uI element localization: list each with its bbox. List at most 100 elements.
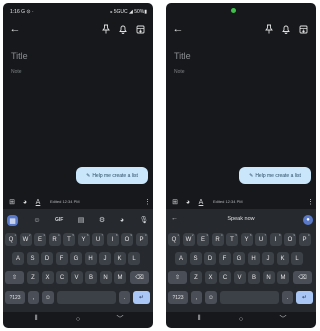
pin-icon[interactable]	[264, 23, 274, 35]
symbols-key[interactable]: ?123	[5, 291, 25, 304]
space-bar[interactable]	[57, 291, 116, 304]
key-e[interactable]: E3	[197, 233, 209, 246]
key-n[interactable]: N	[99, 271, 112, 284]
theme-palette-icon[interactable]: ◕	[117, 215, 127, 225]
key-p[interactable]: P0	[298, 233, 311, 246]
key-i[interactable]: I8	[269, 233, 282, 246]
key-q[interactable]: Q1	[5, 233, 17, 246]
nav-back-icon[interactable]: ﹀	[115, 314, 125, 324]
key-g[interactable]: G	[233, 252, 245, 265]
key-u[interactable]: U7	[92, 233, 104, 246]
key-r[interactable]: R4	[211, 233, 224, 246]
period-key[interactable]: .	[119, 291, 130, 304]
key-e[interactable]: E3	[34, 233, 46, 246]
key-c[interactable]: C	[219, 271, 231, 284]
text-format-icon[interactable]: A	[34, 198, 42, 206]
reminder-bell-icon[interactable]	[281, 23, 291, 35]
key-x[interactable]: X	[204, 271, 217, 284]
help-me-create-list-button[interactable]: ✎ Help me create a list	[76, 167, 148, 184]
comma-key[interactable]: ,	[191, 291, 202, 304]
back-arrow-icon[interactable]: ←	[9, 23, 21, 35]
symbols-key[interactable]: ?123	[168, 291, 188, 304]
key-q[interactable]: Q1	[168, 233, 180, 246]
key-o[interactable]: O9	[284, 233, 296, 246]
enter-key[interactable]: ↵	[296, 291, 313, 304]
pin-icon[interactable]	[101, 23, 111, 35]
emoji-key[interactable]: ☺	[205, 291, 217, 304]
key-o[interactable]: O9	[121, 233, 133, 246]
title-field[interactable]: Title	[11, 51, 28, 61]
add-box-icon[interactable]: ⊞	[8, 198, 16, 206]
key-y[interactable]: Y6	[77, 233, 90, 246]
key-t[interactable]: T5	[226, 233, 238, 246]
key-j[interactable]: J	[99, 252, 111, 265]
shift-key[interactable]: ⇧	[5, 271, 24, 284]
key-f[interactable]: F	[55, 252, 68, 265]
archive-icon[interactable]	[135, 23, 145, 35]
key-y[interactable]: Y6	[240, 233, 253, 246]
home-icon[interactable]: ○	[73, 314, 83, 324]
shift-key[interactable]: ⇧	[168, 271, 187, 284]
microphone-icon[interactable]: 🎙	[139, 215, 149, 225]
home-icon[interactable]: ○	[236, 314, 246, 324]
gif-button[interactable]: GIF	[55, 217, 63, 223]
more-options-icon[interactable]: ⋮	[144, 198, 151, 206]
text-format-icon[interactable]: A	[197, 198, 205, 206]
key-n[interactable]: N	[262, 271, 275, 284]
key-v[interactable]: V	[233, 271, 246, 284]
key-b[interactable]: B	[85, 271, 97, 284]
key-j[interactable]: J	[262, 252, 274, 265]
recent-apps-icon[interactable]: ⦀	[194, 314, 204, 324]
key-k[interactable]: K	[113, 252, 126, 265]
key-i[interactable]: I8	[106, 233, 119, 246]
key-b[interactable]: B	[248, 271, 260, 284]
key-w[interactable]: W2	[182, 233, 195, 246]
backspace-key[interactable]: ⌫	[130, 271, 149, 284]
archive-icon[interactable]	[298, 23, 308, 35]
key-z[interactable]: Z	[190, 271, 202, 284]
key-x[interactable]: X	[41, 271, 54, 284]
recent-apps-icon[interactable]: ⦀	[31, 314, 41, 324]
key-h[interactable]: H	[247, 252, 260, 265]
palette-icon[interactable]: ◕	[184, 198, 192, 206]
key-s[interactable]: S	[189, 252, 202, 265]
help-me-create-list-button[interactable]: ✎ Help me create a list	[239, 167, 311, 184]
key-a[interactable]: A	[175, 252, 187, 265]
key-s[interactable]: S	[26, 252, 39, 265]
key-l[interactable]: L	[128, 252, 140, 265]
key-c[interactable]: C	[56, 271, 68, 284]
space-bar[interactable]	[220, 291, 279, 304]
key-l[interactable]: L	[291, 252, 303, 265]
key-m[interactable]: M	[277, 271, 289, 284]
key-a[interactable]: A	[12, 252, 24, 265]
emoji-key[interactable]: ☺	[42, 291, 54, 304]
key-f[interactable]: F	[218, 252, 231, 265]
backspace-key[interactable]: ⌫	[293, 271, 312, 284]
title-field[interactable]: Title	[174, 51, 191, 61]
key-d[interactable]: D	[41, 252, 53, 265]
key-v[interactable]: V	[70, 271, 83, 284]
comma-key[interactable]: ,	[28, 291, 39, 304]
key-d[interactable]: D	[204, 252, 216, 265]
key-m[interactable]: M	[114, 271, 126, 284]
key-r[interactable]: R4	[48, 233, 61, 246]
key-z[interactable]: Z	[27, 271, 39, 284]
note-field[interactable]: Note	[11, 69, 22, 75]
period-key[interactable]: .	[282, 291, 293, 304]
emoji-sticker-icon[interactable]: ☺	[32, 215, 42, 225]
palette-icon[interactable]: ◕	[21, 198, 29, 206]
key-g[interactable]: G	[70, 252, 82, 265]
add-box-icon[interactable]: ⊞	[171, 198, 179, 206]
key-p[interactable]: P0	[135, 233, 148, 246]
back-arrow-icon[interactable]: ←	[172, 23, 184, 35]
apps-grid-icon[interactable]: ▦	[7, 215, 18, 226]
key-t[interactable]: T5	[63, 233, 75, 246]
note-field[interactable]: Note	[174, 69, 185, 75]
key-k[interactable]: K	[276, 252, 289, 265]
more-options-icon[interactable]: ⋮	[307, 198, 314, 206]
key-w[interactable]: W2	[19, 233, 32, 246]
microphone-active-icon[interactable]: ●	[303, 215, 313, 225]
nav-back-icon[interactable]: ﹀	[278, 314, 288, 324]
settings-gear-icon[interactable]: ⚙	[97, 215, 107, 225]
clipboard-icon[interactable]: ▤	[76, 215, 86, 225]
